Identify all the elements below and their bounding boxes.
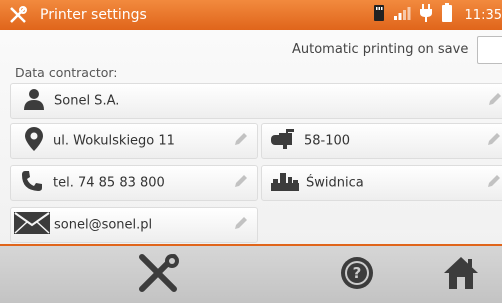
- battery-icon: [441, 3, 453, 27]
- pencil-icon[interactable]: [486, 131, 502, 151]
- postal-code-field[interactable]: 58-100: [261, 123, 502, 159]
- location-pin-icon: [25, 127, 43, 155]
- title-bar: Printer settings 11:35: [0, 0, 502, 30]
- city-field[interactable]: Świdnica: [261, 165, 502, 201]
- auto-print-checkbox[interactable]: [477, 36, 502, 64]
- pencil-icon[interactable]: [486, 173, 502, 193]
- company-name-value: Sonel S.A.: [54, 93, 120, 109]
- clock: 11:35: [464, 7, 502, 23]
- settings-tools-icon: [136, 253, 180, 297]
- status-bar: 11:35: [373, 3, 502, 27]
- email-field[interactable]: sonel@sonel.pl: [10, 207, 258, 243]
- email-value: sonel@sonel.pl: [54, 217, 153, 233]
- page-title: Printer settings: [40, 7, 147, 23]
- postal-code-value: 58-100: [304, 133, 351, 149]
- city-icon: [271, 171, 299, 195]
- settings-tools-button[interactable]: [128, 246, 188, 303]
- help-button[interactable]: ?: [332, 246, 382, 303]
- phone-icon: [21, 170, 43, 196]
- tools-icon: [8, 6, 28, 28]
- phone-field[interactable]: tel. 74 85 83 800: [10, 165, 258, 201]
- auto-print-label: Automatic printing on save: [292, 42, 469, 57]
- city-value: Świdnica: [306, 175, 364, 191]
- mailbox-icon: [271, 129, 297, 153]
- signal-icon: [393, 5, 411, 25]
- plug-icon: [419, 4, 433, 26]
- svg-text:?: ?: [353, 264, 362, 282]
- pencil-icon[interactable]: [487, 91, 502, 111]
- street-field[interactable]: ul. Wokulskiego 11: [10, 123, 258, 159]
- home-button[interactable]: [436, 246, 486, 303]
- envelope-icon: [14, 212, 50, 238]
- footer-toolbar: ?: [0, 246, 502, 303]
- data-contractor-label: Data contractor:: [15, 65, 118, 80]
- pencil-icon[interactable]: [233, 173, 249, 193]
- sd-card-icon: [373, 4, 385, 26]
- person-icon: [22, 87, 46, 115]
- pencil-icon[interactable]: [233, 131, 249, 151]
- help-icon: ?: [339, 255, 375, 295]
- street-value: ul. Wokulskiego 11: [53, 133, 175, 149]
- company-name-field[interactable]: Sonel S.A.: [10, 83, 502, 119]
- pencil-icon[interactable]: [233, 215, 249, 235]
- home-icon: [443, 256, 479, 294]
- phone-value: tel. 74 85 83 800: [53, 175, 165, 191]
